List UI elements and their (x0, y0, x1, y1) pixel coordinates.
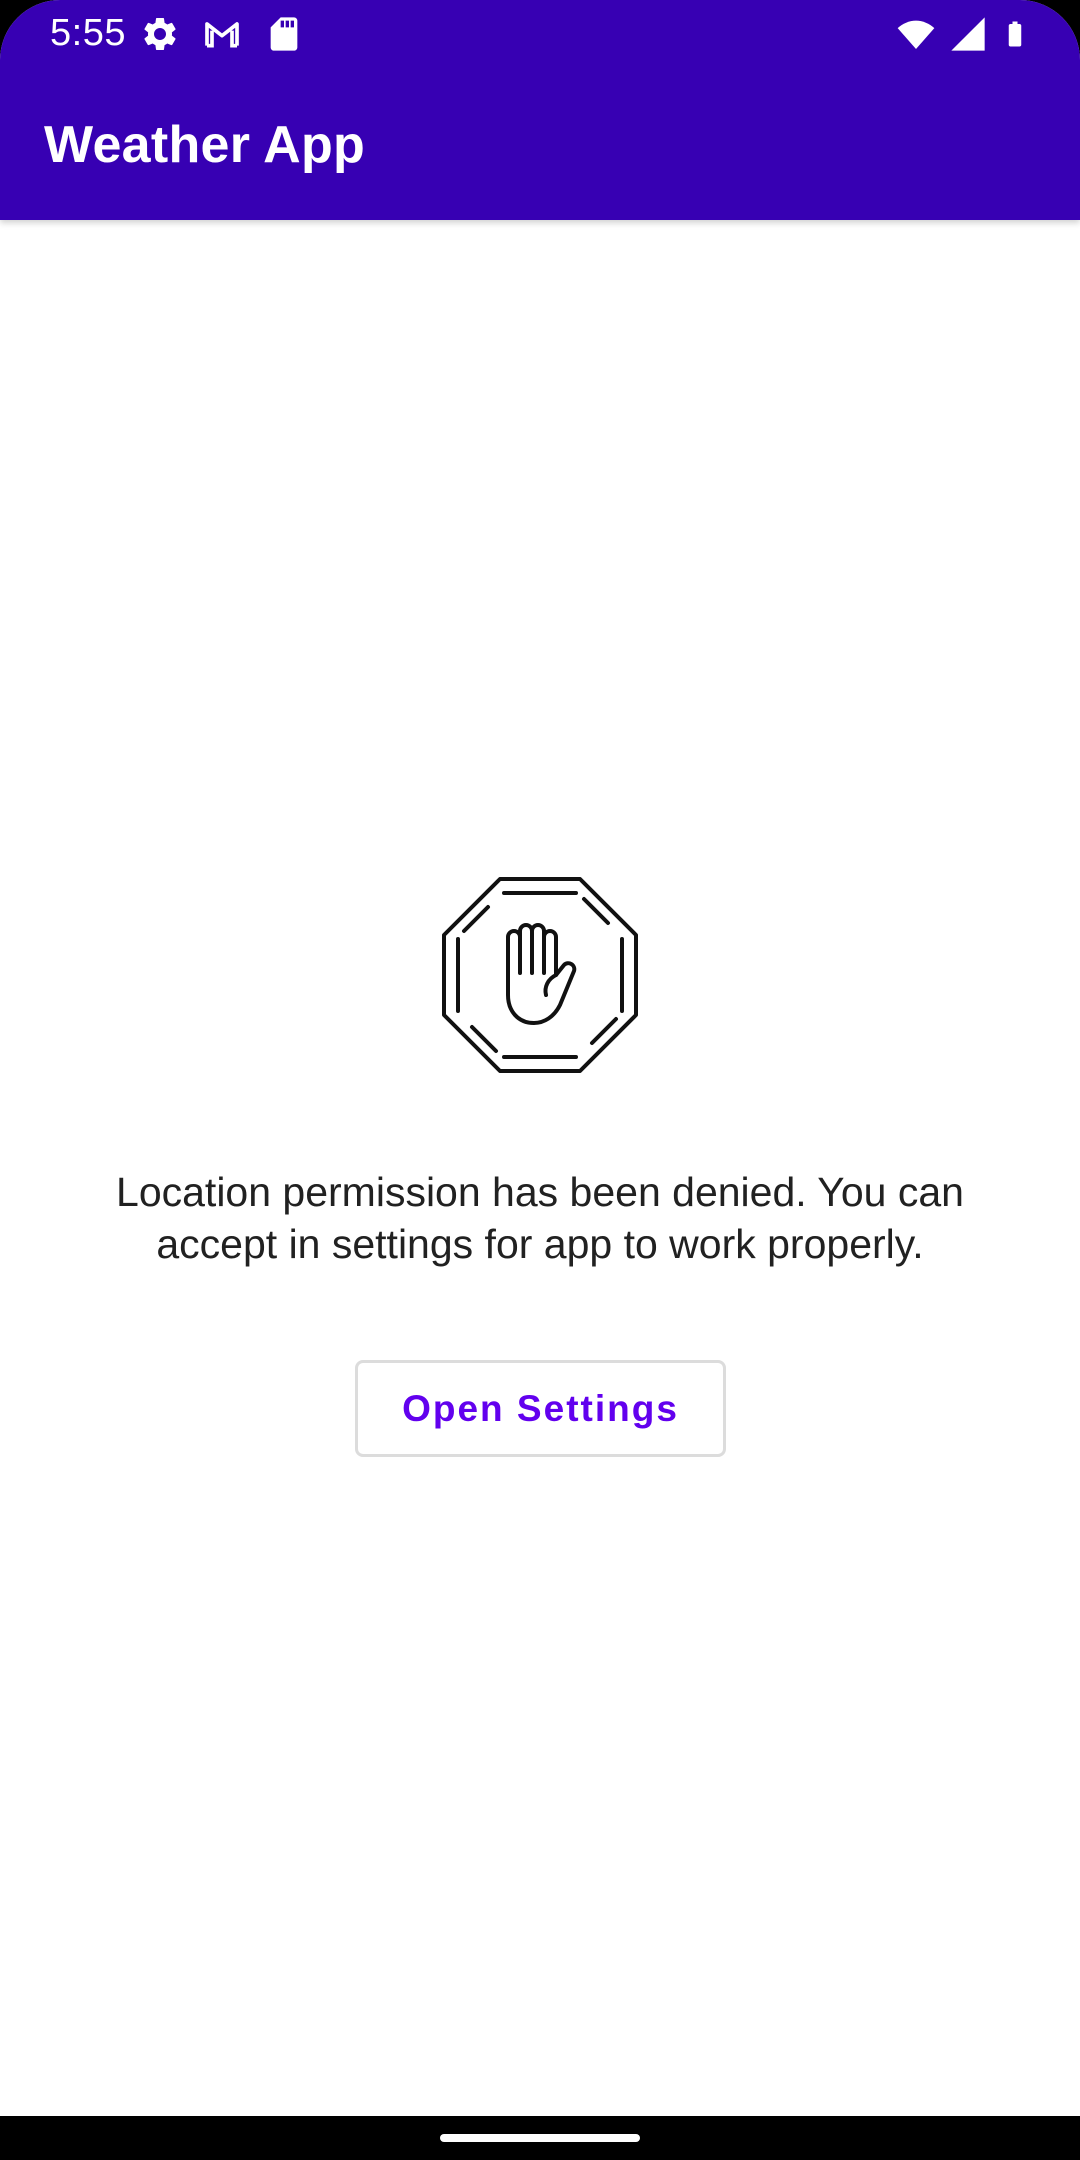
battery-icon (1008, 21, 1022, 47)
cellular-signal-icon (951, 17, 985, 51)
home-gesture-handle[interactable] (440, 2134, 640, 2142)
sd-card-icon (270, 17, 298, 51)
status-notification-icons (140, 14, 304, 54)
status-system-icons (896, 14, 1030, 54)
navigation-bar (0, 2116, 1080, 2160)
status-time: 5:55 (50, 12, 126, 54)
top-app-bar: 5:55 Weather App (0, 0, 1080, 220)
app-title: Weather App (44, 116, 366, 174)
permission-denied-message: Location permission has been denied. You… (116, 1169, 964, 1267)
app-screen: 5:55 Weather App Location permission has… (0, 0, 1080, 2160)
gmail-icon (205, 22, 239, 48)
wifi-icon (897, 20, 935, 49)
open-settings-button[interactable]: Open Settings (355, 1360, 726, 1457)
stop-hand-icon (442, 877, 638, 1073)
permission-denied-content: Location permission has been denied. You… (0, 220, 1080, 2116)
status-bar: 5:55 (0, 0, 1080, 66)
settings-icon (144, 17, 176, 50)
